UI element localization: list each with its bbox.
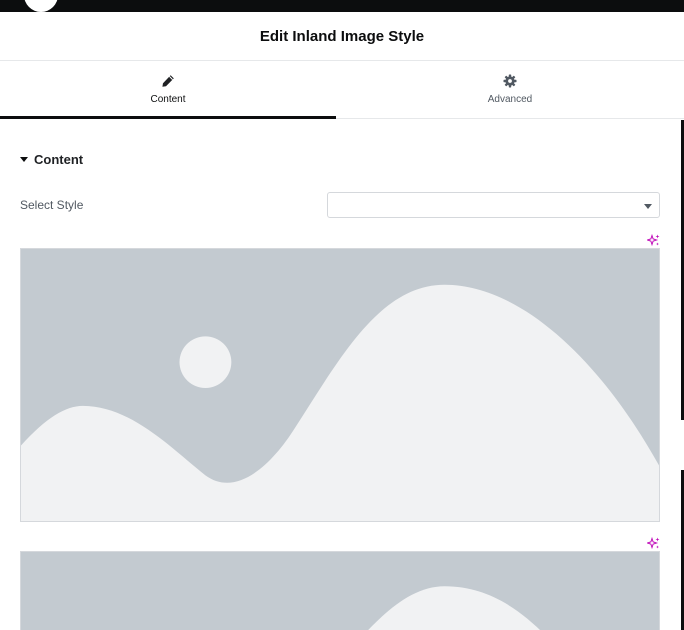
image-upload-area[interactable]	[20, 551, 660, 630]
section-title: Content	[34, 151, 84, 167]
panel-title: Edit Inland Image Style	[0, 12, 684, 61]
select-style-dropdown[interactable]	[327, 192, 660, 218]
select-style-label: Select Style	[20, 198, 84, 212]
tab-advanced[interactable]: Advanced	[336, 61, 684, 118]
caret-down-icon	[20, 156, 28, 162]
editor-top-bar	[0, 0, 684, 12]
ai-sparkle-icon[interactable]	[647, 234, 660, 247]
tab-content-label: Content	[150, 94, 186, 105]
tab-content[interactable]: Content	[0, 61, 336, 119]
tab-advanced-label: Advanced	[487, 94, 533, 105]
content-section-toggle[interactable]: Content	[20, 150, 83, 168]
chevron-down-icon	[644, 204, 652, 209]
image-placeholder-icon	[21, 249, 659, 521]
gear-icon	[503, 74, 517, 88]
logo-icon[interactable]	[24, 0, 58, 12]
panel-tabs: Content Advanced	[0, 61, 684, 119]
ai-sparkle-icon[interactable]	[647, 537, 660, 550]
image-upload-area[interactable]	[20, 248, 660, 522]
image-placeholder-icon	[21, 552, 659, 630]
pencil-icon	[162, 75, 174, 87]
